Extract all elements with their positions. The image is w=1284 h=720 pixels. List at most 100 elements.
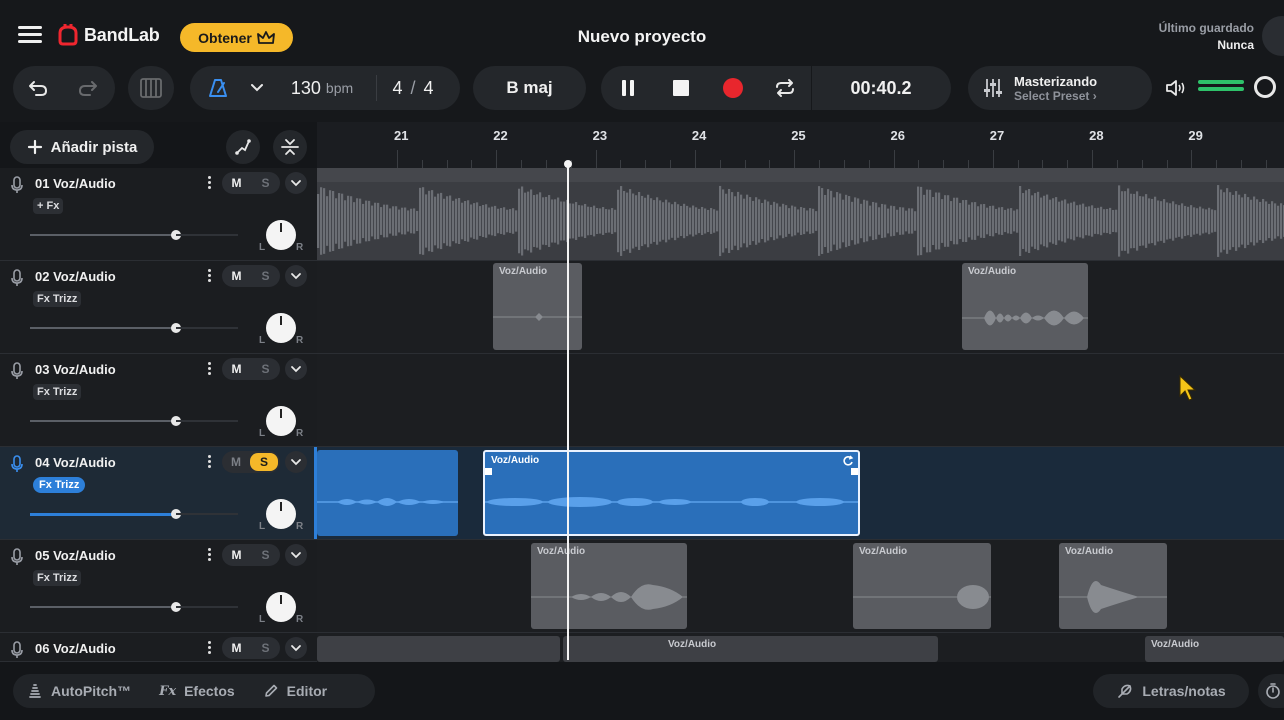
mute-button[interactable]: M [222,172,251,194]
track-header[interactable]: 01 Voz/Audio + Fx M S L R [0,168,317,261]
track-lane-03[interactable] [317,354,1284,447]
tuner-button[interactable] [1258,674,1284,708]
track-fx-button[interactable]: Fx Trizz [33,291,82,307]
track-lane-01[interactable] [317,168,1284,261]
audio-clip[interactable]: Voz/Audio [962,263,1088,350]
master-volume-knob[interactable] [1254,76,1276,98]
redo-button[interactable] [63,66,113,110]
pan-knob[interactable] [266,220,296,250]
add-track-button[interactable]: Añadir pista [10,130,154,164]
track-fx-button[interactable]: Fx Trizz [33,384,82,400]
track-expand-button[interactable] [285,172,307,194]
transport-bar: 130 bpm 4 / 4 B maj 00:40.2 Masterizando … [0,64,1284,122]
volume-slider[interactable] [30,416,181,426]
microphone-icon [11,176,23,193]
track-header[interactable]: 04 Voz/Audio Fx Trizz M S L R [0,447,317,540]
track-options-button[interactable] [204,548,214,564]
record-button[interactable] [707,66,759,110]
track-name[interactable]: 03 Voz/Audio [35,362,116,377]
pause-button[interactable] [601,66,655,110]
mastering-button[interactable]: Masterizando Select Preset › [968,66,1152,110]
ruler-tick [620,160,622,168]
track-lane-04[interactable]: Voz/Audio [317,447,1284,540]
track-name[interactable]: 05 Voz/Audio [35,548,116,563]
audio-clip[interactable]: Voz/Audio [531,543,687,629]
keyboard-button[interactable] [128,66,174,110]
chevron-down-icon [291,366,301,373]
audio-clip[interactable] [317,450,458,536]
selected-audio-clip[interactable]: Voz/Audio [483,450,860,536]
mute-button[interactable]: M [222,451,250,473]
track-fx-button[interactable]: + Fx [33,198,64,214]
track-header[interactable]: 06 Voz/Audio M S [0,633,317,662]
lyrics-notes-button[interactable]: Letras/notas [1093,674,1249,708]
volume-slider[interactable] [30,230,181,240]
key-button[interactable]: B maj [473,66,586,110]
audio-clip[interactable]: Voz/Audio [1145,636,1284,662]
track-options-button[interactable] [204,362,214,378]
track-expand-button[interactable] [285,265,307,287]
audio-clip[interactable]: Voz/Audio [1059,543,1167,629]
track-header[interactable]: 03 Voz/Audio Fx Trizz M S L R [0,354,317,447]
solo-button[interactable]: S [251,358,280,380]
track-name[interactable]: 04 Voz/Audio [35,455,116,470]
volume-slider[interactable] [30,323,181,333]
track-fx-button[interactable]: Fx Trizz [33,477,86,493]
audio-clip[interactable]: Voz/Audio [853,543,991,629]
loop-button[interactable] [759,66,811,110]
volume-slider[interactable] [30,509,181,519]
pan-knob[interactable] [266,313,296,343]
solo-button[interactable]: S [251,544,280,566]
speaker-icon[interactable] [1164,78,1188,103]
metronome-options-button[interactable] [246,66,268,110]
track-expand-button[interactable] [285,451,307,473]
effects-button[interactable]: Fx Efectos [145,683,249,699]
menu-icon[interactable] [18,26,42,44]
track-header[interactable]: 05 Voz/Audio Fx Trizz M S L R [0,540,317,633]
editor-button[interactable]: Editor [249,683,341,699]
track-fx-button[interactable]: Fx Trizz [33,570,82,586]
stop-icon [673,80,689,96]
track-expand-button[interactable] [285,637,307,659]
automation-button[interactable] [226,130,260,164]
track-expand-button[interactable] [285,544,307,566]
get-membership-button[interactable]: Obtener [180,23,293,52]
tempo-field[interactable]: 130 bpm [268,66,376,110]
track-resize-button[interactable] [273,130,307,164]
bandlab-logo[interactable]: BandLab [56,24,160,46]
track-header[interactable]: 02 Voz/Audio Fx Trizz M S L R [0,261,317,354]
stop-button[interactable] [655,66,707,110]
undo-button[interactable] [13,66,63,110]
pan-knob[interactable] [266,592,296,622]
solo-button[interactable]: S [251,637,280,659]
track-expand-button[interactable] [285,358,307,380]
mute-button[interactable]: M [222,265,251,287]
autopitch-button[interactable]: AutoPitch™ [13,683,145,699]
solo-button[interactable]: S [251,172,280,194]
track-lane-02[interactable]: Voz/Audio Voz/Audio [317,261,1284,354]
mute-button[interactable]: M [222,637,251,659]
track-name[interactable]: 06 Voz/Audio [35,641,116,656]
audio-clip[interactable]: Voz/Audio [563,636,938,662]
solo-button[interactable]: S [251,265,280,287]
playhead[interactable] [567,165,569,660]
track-lane-05[interactable]: Voz/Audio Voz/Audio Voz/Audio [317,540,1284,633]
track-name[interactable]: 02 Voz/Audio [35,269,116,284]
track-name[interactable]: 01 Voz/Audio [35,176,116,191]
mute-button[interactable]: M [222,358,251,380]
track-lane-06[interactable]: Voz/Audio Voz/Audio [317,633,1284,662]
audio-clip[interactable] [317,636,560,662]
track-options-button[interactable] [204,641,214,657]
time-signature-field[interactable]: 4 / 4 [377,66,449,110]
timeline-ruler[interactable]: 21 22 23 24 25 26 27 28 29 [317,122,1284,168]
share-button[interactable] [1262,16,1284,56]
solo-button[interactable]: S [250,453,278,471]
metronome-button[interactable] [190,66,246,110]
volume-slider[interactable] [30,602,181,612]
pan-knob[interactable] [266,499,296,529]
track-options-button[interactable] [204,269,214,285]
track-options-button[interactable] [204,176,214,192]
mute-button[interactable]: M [222,544,251,566]
pan-knob[interactable] [266,406,296,436]
track-options-button[interactable] [204,455,214,471]
